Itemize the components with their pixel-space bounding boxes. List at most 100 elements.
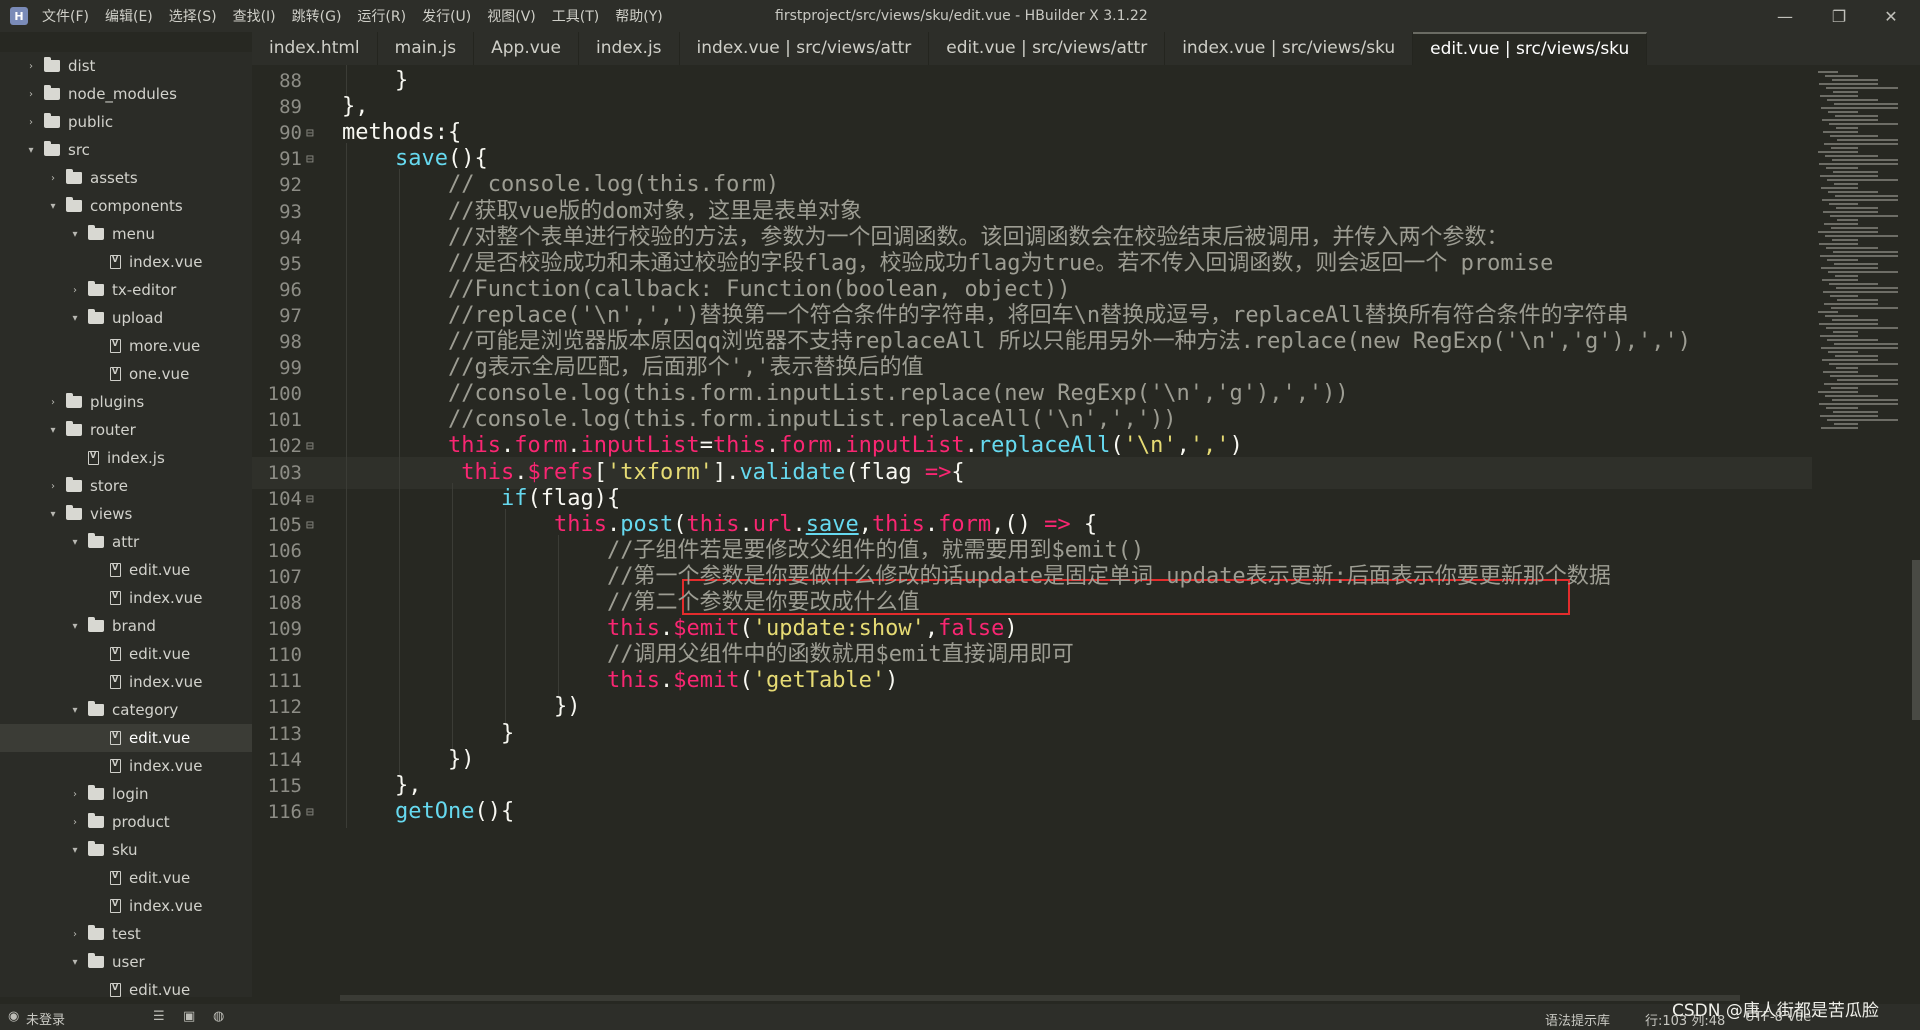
chevron-right-icon[interactable]: › <box>46 481 60 492</box>
menu-item[interactable]: 跳转(G) <box>292 6 342 26</box>
syntax-library-button[interactable]: 语法提示库 <box>1545 1010 1610 1029</box>
tree-file-item[interactable]: edit.vue <box>0 976 252 997</box>
minimize-button[interactable]: — <box>1760 2 1810 30</box>
tree-item-label: edit.vue <box>129 869 191 887</box>
tree-file-item[interactable]: more.vue <box>0 332 252 360</box>
chevron-down-icon[interactable]: ▾ <box>46 201 60 212</box>
chevron-right-icon[interactable]: › <box>68 285 82 296</box>
code-token: // console.log(this.form) <box>448 172 780 198</box>
editor-tab[interactable]: index.vue | src/views/attr <box>680 32 930 65</box>
minimap[interactable] <box>1812 65 1912 1000</box>
editor-tab[interactable]: index.html <box>252 32 378 65</box>
chevron-down-icon[interactable]: ▾ <box>68 705 82 716</box>
folder-icon <box>88 225 104 240</box>
editor-tab[interactable]: edit.vue | src/views/sku <box>1413 32 1648 65</box>
tree-folder-item[interactable]: › dist <box>0 52 252 80</box>
chevron-right-icon[interactable]: › <box>68 789 82 800</box>
terminal-icon[interactable]: ▣ <box>183 1009 195 1024</box>
tree-folder-item[interactable]: ▾ brand <box>0 612 252 640</box>
menu-item[interactable]: 工具(T) <box>552 6 599 26</box>
tree-folder-item[interactable]: › public <box>0 108 252 136</box>
menu-item[interactable]: 帮助(Y) <box>615 6 662 26</box>
tree-folder-item[interactable]: ▾ menu <box>0 220 252 248</box>
tree-folder-item[interactable]: › test <box>0 920 252 948</box>
tree-file-item[interactable]: index.vue <box>0 584 252 612</box>
menu-item[interactable]: 文件(F) <box>42 6 89 26</box>
tree-folder-item[interactable]: ▾ router <box>0 416 252 444</box>
tree-folder-item[interactable]: › login <box>0 780 252 808</box>
vue-file-icon <box>110 591 121 605</box>
chevron-down-icon[interactable]: ▾ <box>68 845 82 856</box>
tree-file-item[interactable]: edit.vue <box>0 724 252 752</box>
tree-folder-item[interactable]: › store <box>0 472 252 500</box>
minimap-line <box>1837 139 1898 141</box>
fold-toggle-icon[interactable]: ⊟ <box>306 797 314 829</box>
tree-folder-item[interactable]: ▾ attr <box>0 528 252 556</box>
tree-file-item[interactable]: index.js <box>0 444 252 472</box>
tree-folder-item[interactable]: ▾ user <box>0 948 252 976</box>
list-icon[interactable]: ☰ <box>153 1009 165 1024</box>
tree-folder-item[interactable]: › node_modules <box>0 80 252 108</box>
chevron-right-icon[interactable]: › <box>24 61 38 72</box>
tree-folder-item[interactable]: › product <box>0 808 252 836</box>
tree-folder-item[interactable]: › assets <box>0 164 252 192</box>
chevron-right-icon[interactable]: › <box>68 929 82 940</box>
menu-item[interactable]: 发行(U) <box>422 6 471 26</box>
tree-folder-item[interactable]: ▾ sku <box>0 836 252 864</box>
code-token: } <box>501 720 515 746</box>
chevron-down-icon[interactable]: ▾ <box>68 313 82 324</box>
chevron-down-icon[interactable]: ▾ <box>68 229 82 240</box>
chevron-right-icon[interactable]: › <box>46 397 60 408</box>
tree-folder-item[interactable]: ▾ src <box>0 136 252 164</box>
tree-file-item[interactable]: index.vue <box>0 248 252 276</box>
code-line[interactable]: 116 ⊟ getOne(){ <box>252 795 1812 829</box>
chevron-down-icon[interactable]: ▾ <box>68 957 82 968</box>
tree-folder-item[interactable]: › plugins <box>0 388 252 416</box>
minimap-line <box>1833 171 1878 173</box>
tree-file-item[interactable]: index.vue <box>0 892 252 920</box>
code-editor[interactable]: 88} 89}, 90 ⊟ methods:{91 ⊟ save(){92// consol… <box>252 65 1812 1000</box>
tree-folder-item[interactable]: ▾ upload <box>0 304 252 332</box>
chevron-down-icon[interactable]: ▾ <box>46 509 60 520</box>
editor-tab[interactable]: App.vue <box>474 32 580 65</box>
tree-folder-item[interactable]: ▾ components <box>0 192 252 220</box>
chevron-right-icon[interactable]: › <box>24 117 38 128</box>
tree-file-item[interactable]: edit.vue <box>0 640 252 668</box>
menu-item[interactable]: 视图(V) <box>487 6 536 26</box>
menu-item[interactable]: 选择(S) <box>169 6 217 26</box>
editor-tab[interactable]: edit.vue | src/views/attr <box>929 32 1166 65</box>
tree-file-item[interactable]: edit.vue <box>0 556 252 584</box>
chevron-right-icon[interactable]: › <box>46 173 60 184</box>
tree-file-item[interactable]: one.vue <box>0 360 252 388</box>
minimap-line <box>1828 111 1858 113</box>
tree-file-item[interactable]: index.vue <box>0 752 252 780</box>
tree-file-item[interactable]: edit.vue <box>0 864 252 892</box>
tree-folder-item[interactable]: › tx-editor <box>0 276 252 304</box>
chevron-down-icon[interactable]: ▾ <box>24 145 38 156</box>
menu-item[interactable]: 编辑(E) <box>105 6 153 26</box>
tree-file-item[interactable]: index.vue <box>0 668 252 696</box>
tree-folder-item[interactable]: ▾ category <box>0 696 252 724</box>
tree-folder-item[interactable]: ▾ views <box>0 500 252 528</box>
menu-item[interactable]: 运行(R) <box>357 6 406 26</box>
globe-icon[interactable]: ◍ <box>213 1009 224 1024</box>
horizontal-scrollbar[interactable] <box>340 995 1740 1001</box>
minimap-line <box>1827 99 1878 101</box>
maximize-button[interactable]: ❐ <box>1814 2 1864 30</box>
chevron-down-icon[interactable]: ▾ <box>46 425 60 436</box>
menu-item[interactable]: 查找(I) <box>233 6 276 26</box>
editor-tab[interactable]: index.js <box>579 32 680 65</box>
editor-tab[interactable]: index.vue | src/views/sku <box>1165 32 1414 65</box>
editor-tab[interactable]: main.js <box>378 32 475 65</box>
vertical-scrollbar[interactable] <box>1912 560 1920 720</box>
login-status[interactable]: 未登录 <box>26 1009 65 1028</box>
chevron-down-icon[interactable]: ▾ <box>68 537 82 548</box>
chevron-right-icon[interactable]: › <box>68 817 82 828</box>
chevron-right-icon[interactable]: › <box>24 89 38 100</box>
close-button[interactable]: ✕ <box>1866 2 1916 30</box>
minimap-line <box>1822 199 1898 201</box>
minimap-line <box>1836 367 1858 369</box>
chevron-down-icon[interactable]: ▾ <box>68 621 82 632</box>
minimap-line <box>1825 75 1858 77</box>
minimap-line <box>1823 371 1858 373</box>
